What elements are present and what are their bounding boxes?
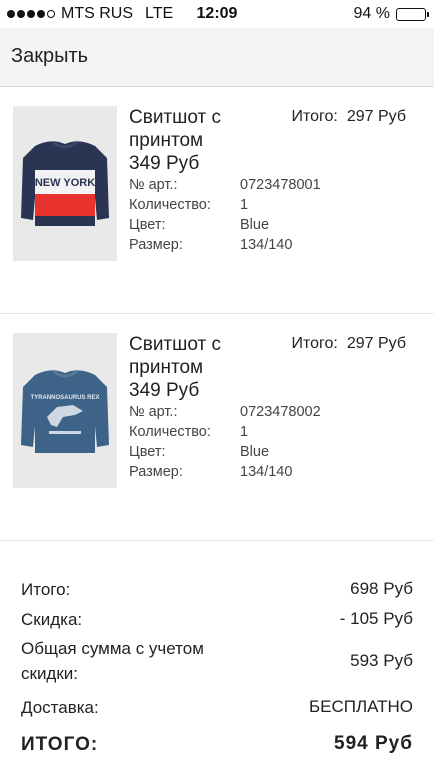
product-title: Свитшот с принтом 349 Руб [129,333,269,402]
item-total-value: 297 Руб [346,335,406,352]
status-bar: MTS RUS LTE 12:09 94 % [0,0,434,28]
print-text: TYRANNOSAURUS REX [30,395,99,401]
summary-grand-total: ИТОГО: 594 Руб [21,722,413,766]
summary-delivery: Доставка: БЕСПЛАТНО [21,692,413,722]
detail-value: 1 [240,197,249,213]
close-button[interactable]: Закрыть [11,45,88,68]
summary-discount: Скидка: - 105 Руб [21,608,413,630]
detail-value: 134/140 [240,464,293,480]
battery-icon [396,7,429,21]
detail-value: 0723478002 [240,404,321,420]
detail-label: № арт.: [129,177,178,193]
summary-label: Общая сумма с учетом скидки: [21,639,204,683]
battery-percent: 94 % [353,5,390,22]
summary-discounted-total: Общая сумма с учетом скидки: 593 Руб [21,630,413,692]
detail-row-article: № арт.: 0723478001 [129,177,321,197]
detail-row-size: Размер: 134/140 [129,464,321,484]
detail-label: Количество: [129,197,211,213]
detail-row-size: Размер: 134/140 [129,237,321,257]
summary-value: БЕСПЛАТНО [308,697,413,716]
item-total: Итого: 297 Руб [291,335,406,353]
product-details: № арт.: 0723478001 Количество: 1 Цвет: Blue… [129,177,321,257]
detail-label: Количество: [129,424,211,440]
summary-value: 698 Руб [350,579,413,598]
detail-value: 1 [240,424,249,440]
summary-label: Итого: [21,579,71,599]
detail-row-color: Цвет: Blue [129,444,321,464]
grand-total-value: 594 Руб [334,733,413,754]
detail-row-quantity: Количество: 1 [129,424,321,444]
grand-total-label: ИТОГО: [21,733,99,755]
detail-value: 0723478001 [240,177,321,193]
item-total-value: 297 Руб [346,108,406,125]
product-price: 349 Руб [129,153,200,174]
detail-row-article: № арт.: 0723478002 [129,404,321,424]
product-title: Свитшот с принтом 349 Руб [129,106,269,175]
detail-label: № арт.: [129,404,178,420]
summary-label: Доставка: [21,697,99,717]
print-text: NEW YORK [35,177,95,189]
detail-label: Цвет: [129,217,166,233]
detail-row-quantity: Количество: 1 [129,197,321,217]
product-image-newyork-sweatshirt: NEW YORK [13,106,117,261]
header-bar: Закрыть [0,28,434,87]
item-total-label: Итого: [291,108,338,125]
detail-label: Размер: [129,464,183,480]
summary-subtotal: Итого: 698 Руб [21,570,413,608]
order-summary: Итого: 698 Руб Скидка: - 105 Руб Общая с… [0,570,434,766]
detail-label: Цвет: [129,444,166,460]
order-item: TYRANNOSAURUS REX Свитшот с принтом 349 … [0,314,434,541]
product-price: 349 Руб [129,380,200,401]
order-item: NEW YORK Свитшот с принтом 349 Руб Итого… [0,87,434,314]
summary-value: - 105 Руб [339,609,413,628]
product-image-dinosaur-sweatshirt: TYRANNOSAURUS REX [13,333,117,488]
product-name: Свитшот с принтом [129,334,222,378]
detail-value: 134/140 [240,237,293,253]
detail-value: Blue [240,444,270,460]
detail-label: Размер: [129,237,183,253]
item-total-label: Итого: [291,335,338,352]
summary-label: Скидка: [21,609,83,629]
detail-row-color: Цвет: Blue [129,217,321,237]
status-bar-right: 94 % [353,5,429,23]
detail-value: Blue [240,217,270,233]
product-name: Свитшот с принтом [129,107,222,151]
product-details: № арт.: 0723478002 Количество: 1 Цвет: Blue… [129,404,321,484]
item-total: Итого: 297 Руб [291,108,406,126]
summary-value: 593 Руб [350,651,413,670]
